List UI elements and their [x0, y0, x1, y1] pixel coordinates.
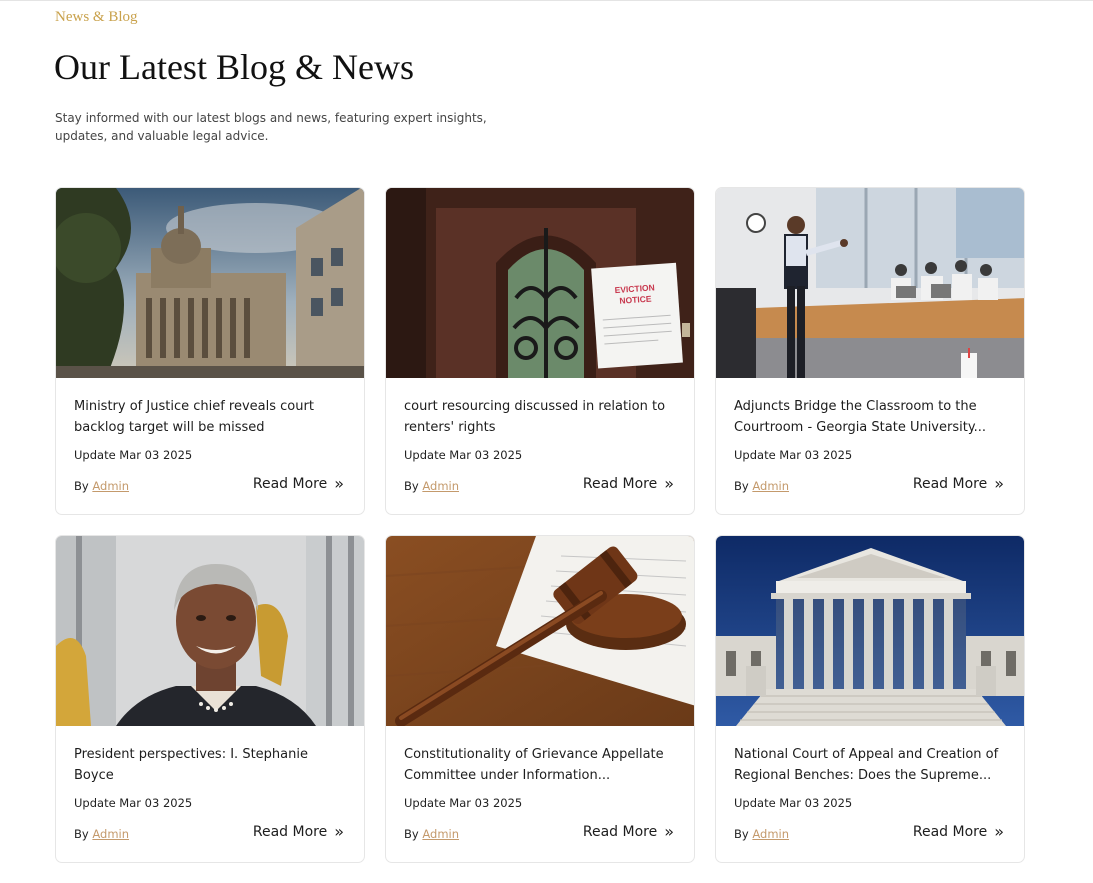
double-chevron-right-icon: »: [664, 474, 674, 493]
blog-card-byline: By Admin: [404, 479, 459, 493]
author-link[interactable]: Admin: [422, 479, 459, 493]
read-more-button[interactable]: Read More »: [582, 474, 674, 493]
blog-card-title[interactable]: Ministry of Justice chief reveals court …: [74, 396, 349, 438]
blog-card-image-eviction-notice[interactable]: EVICTION NOTICE: [386, 188, 694, 378]
blog-card-date: Update Mar 03 2025: [404, 796, 523, 810]
blog-card-image-portrait[interactable]: [56, 536, 364, 726]
blog-card-image-supreme-court[interactable]: [716, 536, 1024, 726]
author-link[interactable]: Admin: [752, 827, 789, 841]
section-title: Our Latest Blog & News: [54, 47, 414, 87]
double-chevron-right-icon: »: [994, 474, 1004, 493]
blog-card-title[interactable]: Constitutionality of Grievance Appellate…: [404, 744, 679, 786]
byline-label: By: [734, 479, 749, 493]
blog-card[interactable]: National Court of Appeal and Creation of…: [715, 535, 1025, 863]
byline-label: By: [74, 827, 89, 841]
blog-card-image-gavel[interactable]: [386, 536, 694, 726]
byline-label: By: [404, 479, 419, 493]
blog-card-title[interactable]: Adjuncts Bridge the Classroom to the Cou…: [734, 396, 1009, 438]
double-chevron-right-icon: »: [664, 822, 674, 841]
read-more-label: Read More: [582, 476, 658, 492]
double-chevron-right-icon: »: [334, 822, 344, 841]
read-more-label: Read More: [582, 824, 658, 840]
blog-card-date: Update Mar 03 2025: [74, 448, 193, 462]
section-subtitle: Stay informed with our latest blogs and …: [55, 111, 487, 143]
author-link[interactable]: Admin: [92, 827, 129, 841]
byline-label: By: [404, 827, 419, 841]
blog-card-image-classroom[interactable]: [716, 188, 1024, 378]
blog-card-date: Update Mar 03 2025: [404, 448, 523, 462]
blog-card-byline: By Admin: [734, 479, 789, 493]
blog-card-title[interactable]: court resourcing discussed in relation t…: [404, 396, 679, 438]
top-divider: [0, 0, 1093, 1]
blog-card-date: Update Mar 03 2025: [74, 796, 193, 810]
author-link[interactable]: Admin: [92, 479, 129, 493]
author-link[interactable]: Admin: [752, 479, 789, 493]
blog-card-date: Update Mar 03 2025: [734, 448, 853, 462]
blog-card-byline: By Admin: [404, 827, 459, 841]
blog-card[interactable]: EVICTION NOTICE court resourcing discuss…: [385, 187, 695, 515]
byline-label: By: [734, 827, 749, 841]
double-chevron-right-icon: »: [994, 822, 1004, 841]
read-more-button[interactable]: Read More »: [912, 474, 1004, 493]
read-more-label: Read More: [912, 476, 988, 492]
byline-label: By: [74, 479, 89, 493]
blog-card-image-courthouse[interactable]: [56, 188, 364, 378]
blog-card-title[interactable]: President perspectives: I. Stephanie Boy…: [74, 744, 349, 786]
blog-card[interactable]: Constitutionality of Grievance Appellate…: [385, 535, 695, 863]
blog-card[interactable]: Adjuncts Bridge the Classroom to the Cou…: [715, 187, 1025, 515]
read-more-label: Read More: [912, 824, 988, 840]
section-eyebrow: News & Blog: [55, 9, 138, 25]
read-more-button[interactable]: Read More »: [912, 822, 1004, 841]
blog-card-title[interactable]: National Court of Appeal and Creation of…: [734, 744, 1009, 786]
blog-card-byline: By Admin: [74, 479, 129, 493]
author-link[interactable]: Admin: [422, 827, 459, 841]
blog-card[interactable]: Ministry of Justice chief reveals court …: [55, 187, 365, 515]
blog-card-byline: By Admin: [734, 827, 789, 841]
read-more-button[interactable]: Read More »: [252, 822, 344, 841]
blog-card-date: Update Mar 03 2025: [734, 796, 853, 810]
read-more-label: Read More: [252, 824, 328, 840]
blog-card[interactable]: President perspectives: I. Stephanie Boy…: [55, 535, 365, 863]
read-more-button[interactable]: Read More »: [582, 822, 674, 841]
blog-card-byline: By Admin: [74, 827, 129, 841]
read-more-button[interactable]: Read More »: [252, 474, 344, 493]
double-chevron-right-icon: »: [334, 474, 344, 493]
read-more-label: Read More: [252, 476, 328, 492]
